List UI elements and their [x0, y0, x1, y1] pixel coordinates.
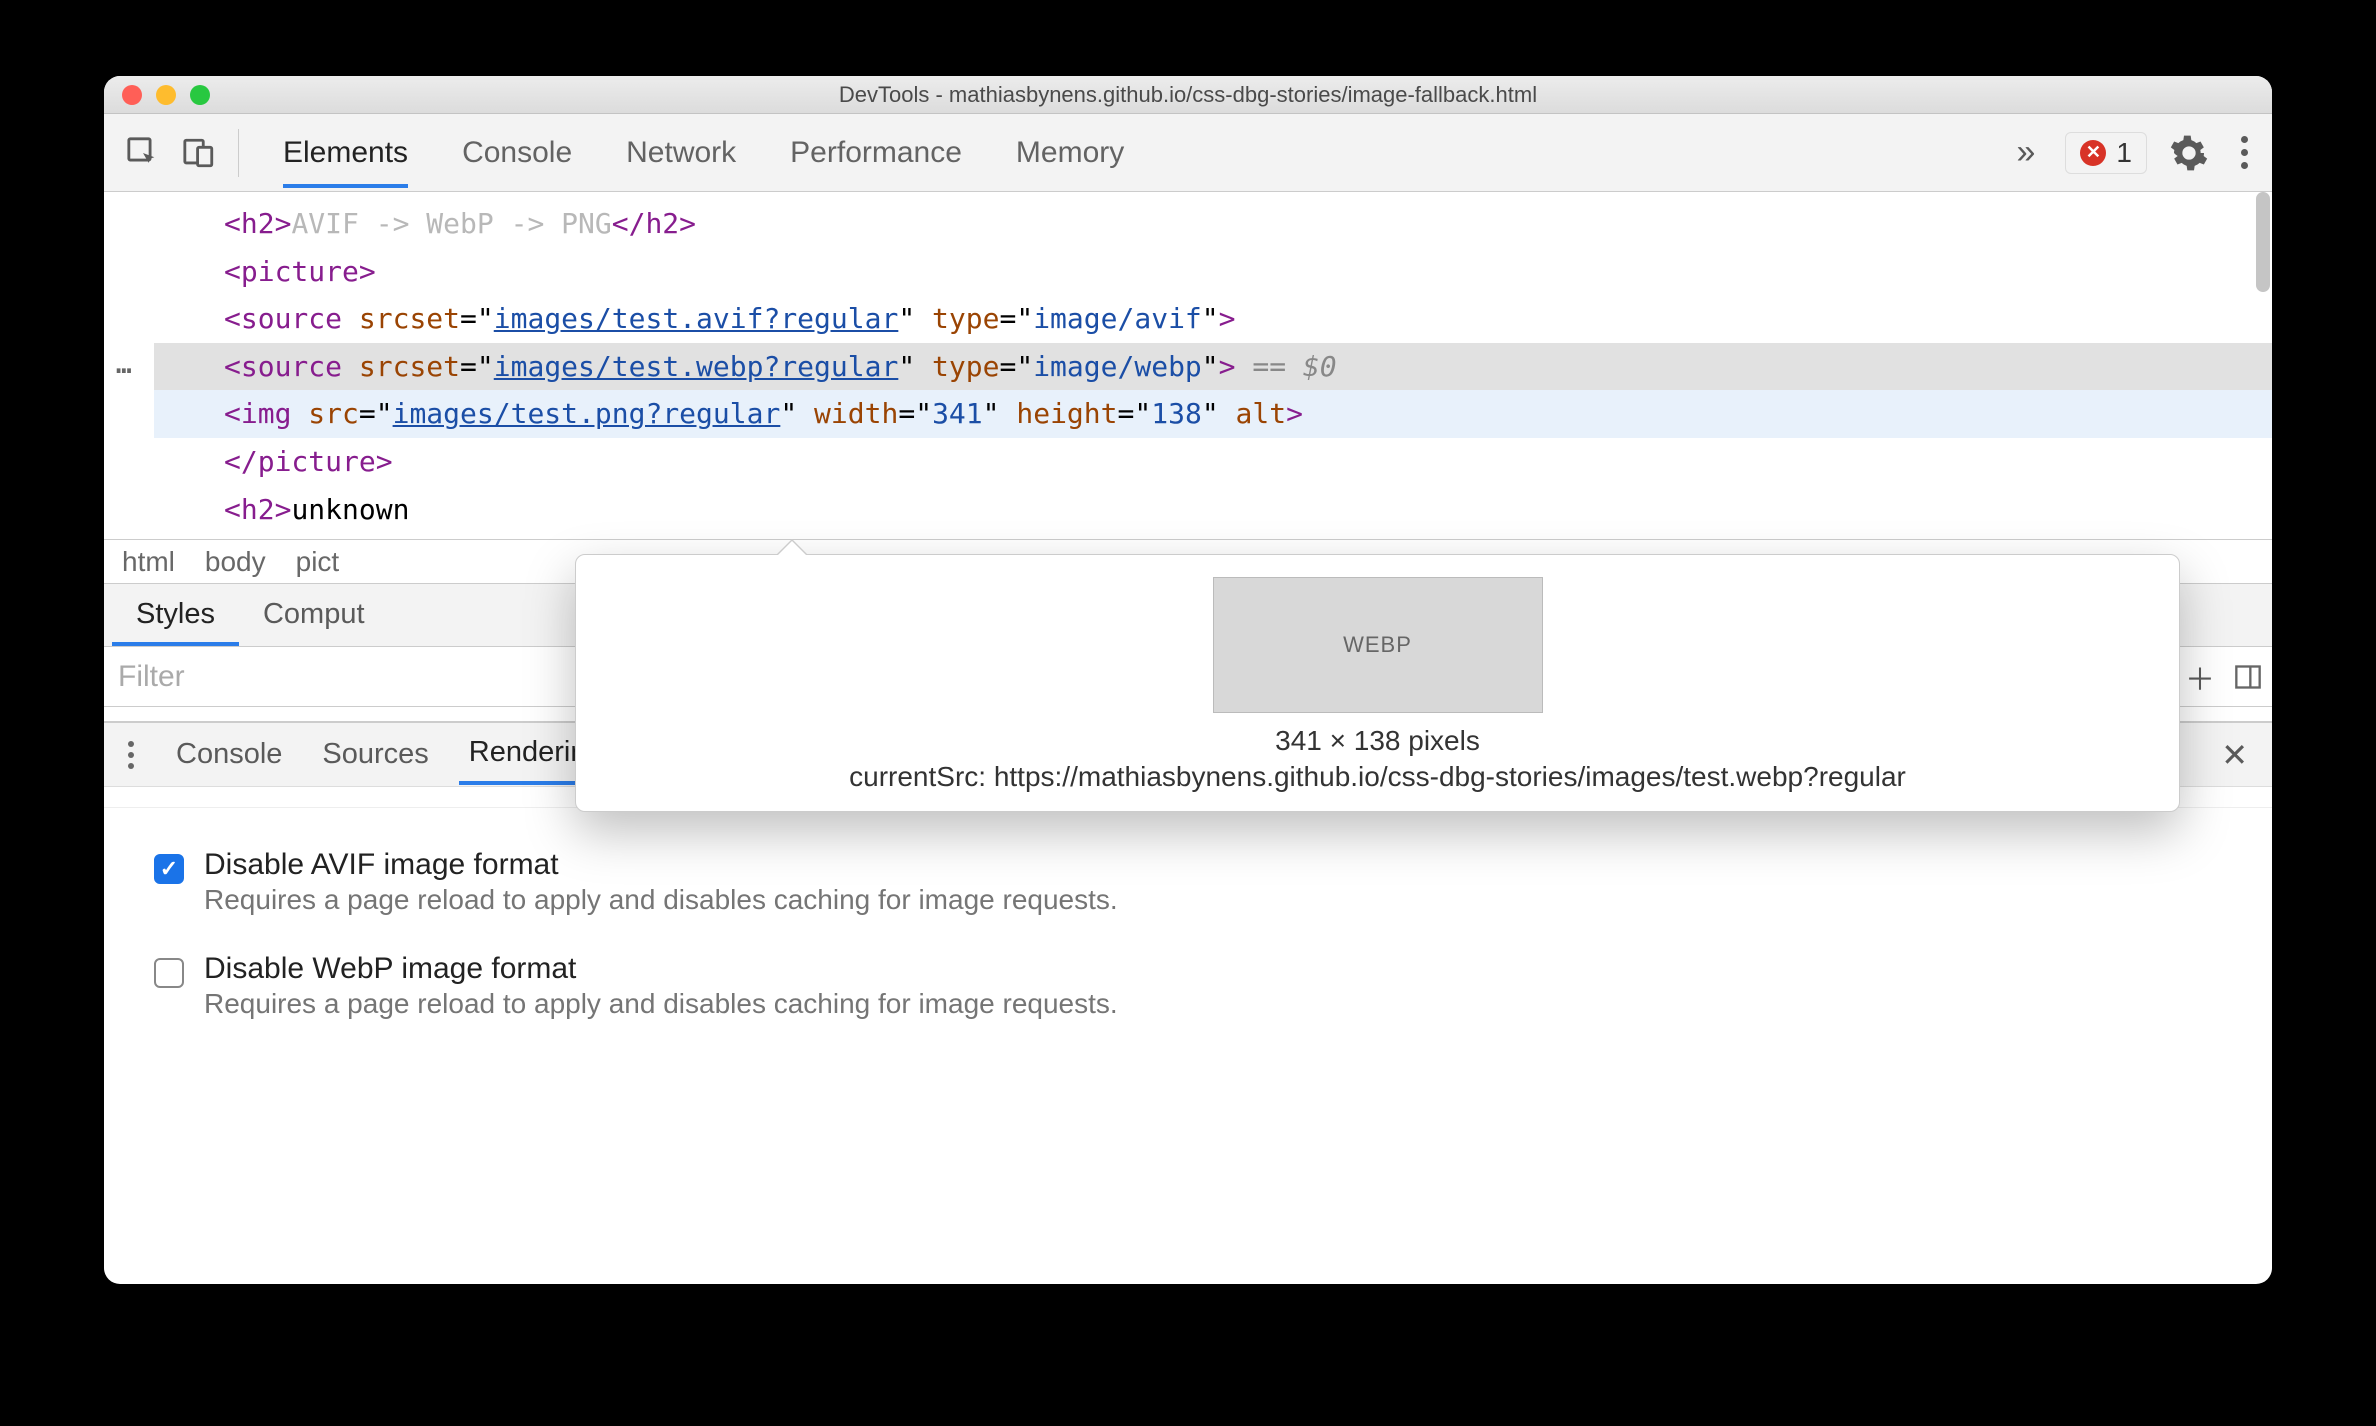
window-title: DevTools - mathiasbynens.github.io/css-d… — [104, 82, 2272, 108]
devtools-window: DevTools - mathiasbynens.github.io/css-d… — [104, 76, 2272, 1284]
dom-row[interactable]: <h2>AVIF -> WebP -> PNG</h2> — [154, 200, 2272, 248]
checkbox-webp[interactable] — [154, 958, 184, 988]
main-tabs: Elements Console Network Performance Mem… — [283, 118, 2011, 188]
dom-tree[interactable]: <h2>AVIF -> WebP -> PNG</h2> <picture> <… — [104, 192, 2272, 539]
overflow-icon[interactable]: » — [2017, 133, 2036, 172]
breadcrumb-item[interactable]: html — [122, 546, 175, 578]
option-desc: Requires a page reload to apply and disa… — [204, 884, 1118, 916]
tab-elements[interactable]: Elements — [283, 118, 408, 188]
titlebar: DevTools - mathiasbynens.github.io/css-d… — [104, 76, 2272, 114]
separator — [238, 129, 239, 177]
add-style-icon[interactable]: ＋ — [2176, 653, 2224, 701]
error-badge[interactable]: ✕ 1 — [2065, 132, 2147, 174]
drawer-menu-icon[interactable] — [114, 741, 148, 769]
tab-performance[interactable]: Performance — [790, 118, 962, 188]
tab-memory[interactable]: Memory — [1016, 118, 1124, 188]
minimize-window[interactable] — [156, 85, 176, 105]
main-toolbar: Elements Console Network Performance Mem… — [104, 114, 2272, 192]
tab-network[interactable]: Network — [626, 118, 736, 188]
rendering-panel: Disable AVIF image format Requires a pag… — [104, 807, 2272, 1076]
option-disable-webp: Disable WebP image format Requires a pag… — [154, 952, 2252, 1020]
thumbnail: WEBP — [1213, 577, 1543, 713]
drawer-close-icon[interactable]: ✕ — [2207, 736, 2262, 774]
option-title: Disable AVIF image format — [204, 848, 1118, 882]
dom-row[interactable]: <source srcset="images/test.avif?regular… — [154, 295, 2272, 343]
maximize-window[interactable] — [190, 85, 210, 105]
close-window[interactable] — [122, 85, 142, 105]
image-preview-tooltip: WEBP 341 × 138 pixels currentSrc: https:… — [575, 554, 2180, 812]
tooltip-dimensions: 341 × 138 pixels — [604, 725, 2151, 757]
scrollbar-thumb[interactable] — [2256, 192, 2270, 292]
dom-row-hover[interactable]: <img src="images/test.png?regular" width… — [154, 390, 2272, 438]
drawer-tab-sources[interactable]: Sources — [312, 724, 438, 785]
traffic-lights — [104, 85, 210, 105]
menu-icon[interactable] — [2231, 136, 2258, 169]
dom-row[interactable]: <h2>unknown — [154, 486, 2272, 534]
dom-row[interactable]: </picture> — [154, 438, 2272, 486]
computed-panel-icon[interactable] — [2224, 653, 2272, 701]
tooltip-currentsrc: currentSrc: https://mathiasbynens.github… — [604, 761, 2151, 793]
error-icon: ✕ — [2080, 140, 2106, 166]
settings-icon[interactable] — [2169, 133, 2209, 173]
breadcrumb-item[interactable]: pict — [296, 546, 340, 578]
device-toggle-icon[interactable] — [174, 128, 224, 178]
error-count: 1 — [2116, 137, 2132, 169]
option-disable-avif: Disable AVIF image format Requires a pag… — [154, 848, 2252, 916]
tab-styles[interactable]: Styles — [112, 584, 239, 646]
inspect-icon[interactable] — [118, 128, 168, 178]
checkbox-avif[interactable] — [154, 854, 184, 884]
breadcrumb-item[interactable]: body — [205, 546, 266, 578]
dom-row[interactable]: <picture> — [154, 248, 2272, 296]
option-title: Disable WebP image format — [204, 952, 1118, 986]
tab-computed[interactable]: Comput — [239, 584, 389, 646]
dom-row-selected[interactable]: <source srcset="images/test.webp?regular… — [154, 343, 2272, 391]
option-desc: Requires a page reload to apply and disa… — [204, 988, 1118, 1020]
drawer-tab-console[interactable]: Console — [166, 724, 292, 785]
tab-console[interactable]: Console — [462, 118, 572, 188]
